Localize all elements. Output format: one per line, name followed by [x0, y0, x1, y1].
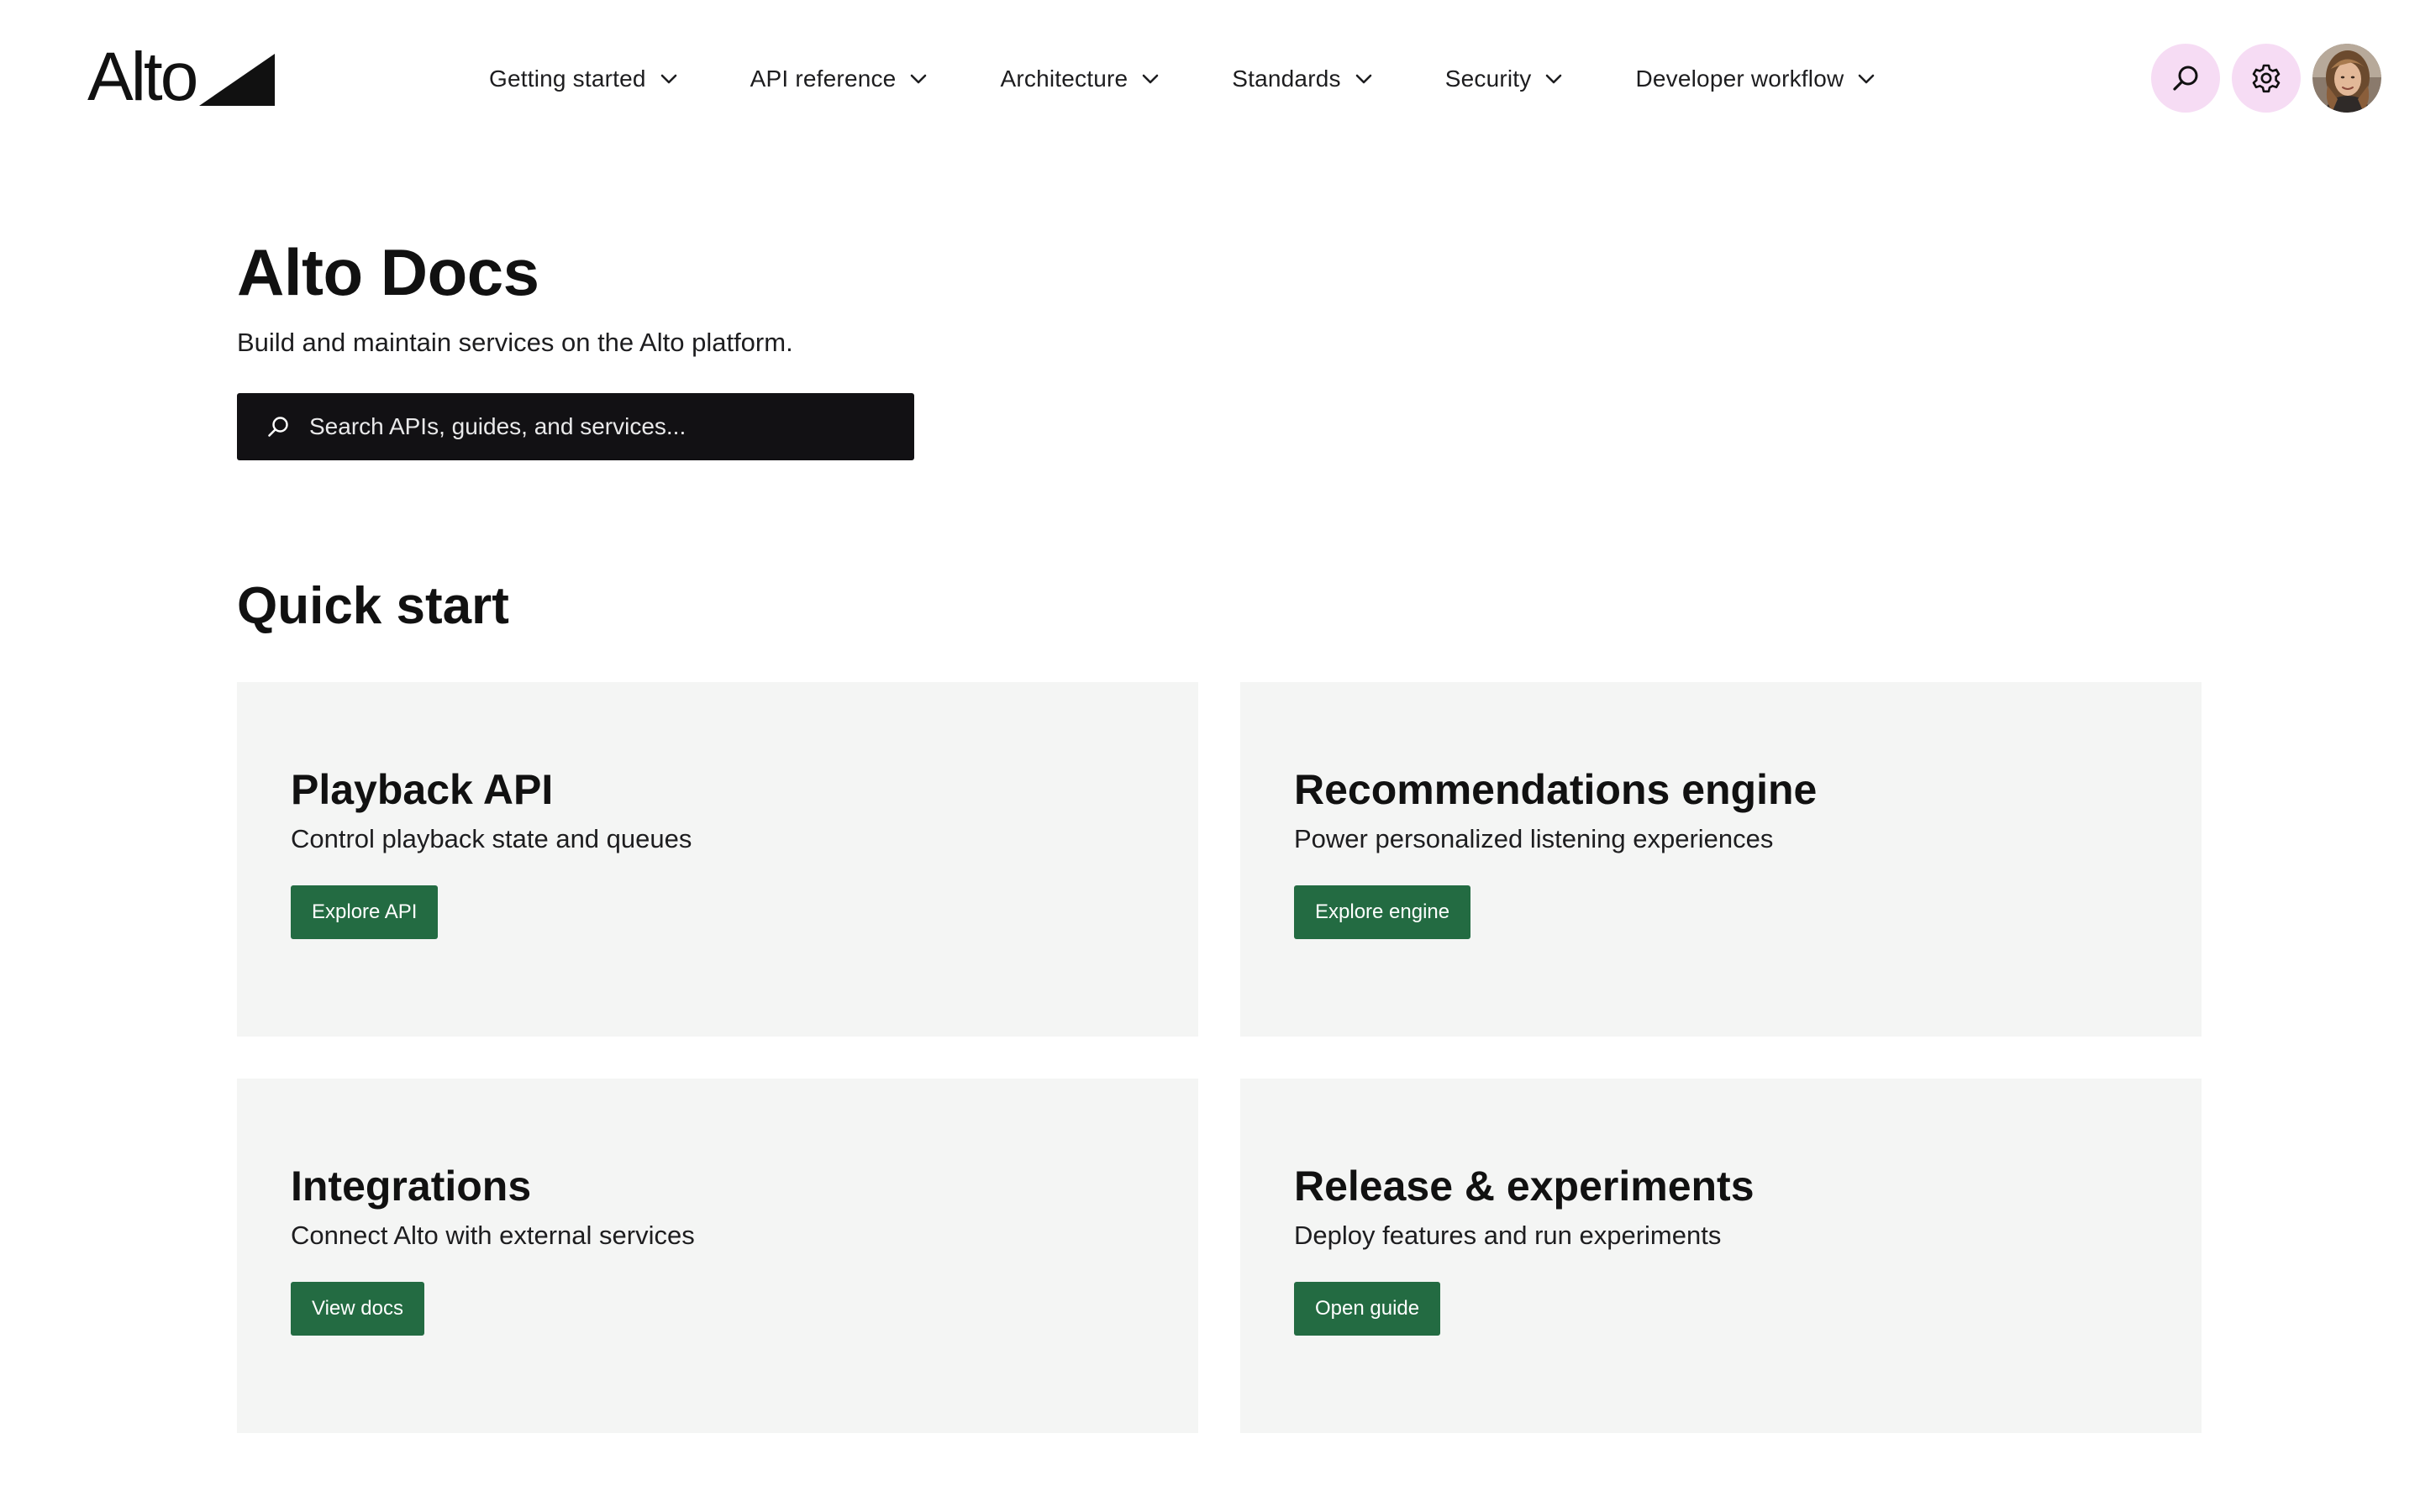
- docs-page: Alto Getting started API reference Archi…: [0, 0, 2420, 1512]
- view-docs-button[interactable]: View docs: [291, 1282, 424, 1336]
- main-nav: Getting started API reference Architectu…: [489, 52, 1876, 106]
- settings-button[interactable]: [2232, 44, 2301, 113]
- logo-wordmark: Alto: [87, 39, 198, 115]
- search-icon: [2173, 66, 2198, 91]
- card-title: Integrations: [291, 1163, 532, 1210]
- search-icon: [268, 417, 288, 437]
- chevron-down-icon: [1142, 74, 1159, 84]
- nav-label: Developer workflow: [1635, 66, 1844, 92]
- card-description: Deploy features and run experiments: [1294, 1221, 1722, 1250]
- card-playback-api: Playback API Control playback state and …: [237, 682, 1198, 1037]
- nav-security[interactable]: Security: [1445, 52, 1564, 106]
- chevron-down-icon: [911, 74, 927, 84]
- hero-section: Alto Docs Build and maintain services on…: [237, 234, 1413, 460]
- nav-architecture[interactable]: Architecture: [1000, 52, 1160, 106]
- chevron-down-icon: [1546, 74, 1562, 84]
- user-avatar[interactable]: [2312, 44, 2381, 113]
- card-release-experiments: Release & experiments Deploy features an…: [1240, 1079, 2202, 1433]
- card-title: Playback API: [291, 766, 554, 813]
- card-integrations: Integrations Connect Alto with external …: [237, 1079, 1198, 1433]
- docs-search-bar[interactable]: [237, 393, 914, 460]
- page-subtitle: Build and maintain services on the Alto …: [237, 328, 793, 357]
- nav-label: Getting started: [489, 66, 646, 92]
- section-title-quick-start: Quick start: [237, 577, 509, 635]
- nav-developer-workflow[interactable]: Developer workflow: [1635, 52, 1876, 106]
- nav-api-reference[interactable]: API reference: [750, 52, 929, 106]
- alto-logo[interactable]: Alto: [87, 39, 276, 115]
- nav-label: API reference: [750, 66, 897, 92]
- page-title: Alto Docs: [237, 235, 539, 309]
- nav-label: Architecture: [1000, 66, 1128, 92]
- chevron-down-icon: [1355, 74, 1372, 84]
- header-search-button[interactable]: [2151, 44, 2220, 113]
- chevron-down-icon: [1859, 74, 1875, 84]
- card-description: Connect Alto with external services: [291, 1221, 695, 1250]
- card-title: Release & experiments: [1294, 1163, 1754, 1210]
- search-input[interactable]: [309, 413, 881, 440]
- gear-icon: [2252, 64, 2281, 93]
- card-recommendations-engine: Recommendations engine Power personalize…: [1240, 682, 2202, 1037]
- open-guide-button[interactable]: Open guide: [1294, 1282, 1441, 1336]
- explore-api-button[interactable]: Explore API: [291, 885, 439, 939]
- header-actions: [2151, 44, 2381, 113]
- card-description: Power personalized listening experiences: [1294, 824, 1774, 853]
- nav-label: Standards: [1232, 66, 1341, 92]
- nav-label: Security: [1444, 66, 1532, 92]
- card-title: Recommendations engine: [1294, 766, 1818, 813]
- explore-engine-button[interactable]: Explore engine: [1294, 885, 1471, 939]
- nav-getting-started[interactable]: Getting started: [489, 52, 678, 106]
- top-header: Alto Getting started API reference Archi…: [0, 0, 2420, 155]
- chevron-down-icon: [660, 74, 676, 84]
- card-description: Control playback state and queues: [291, 824, 692, 853]
- quick-start-cards: Playback API Control playback state and …: [237, 682, 2203, 1433]
- nav-standards[interactable]: Standards: [1232, 52, 1372, 106]
- logo-triangle-icon: [199, 54, 276, 106]
